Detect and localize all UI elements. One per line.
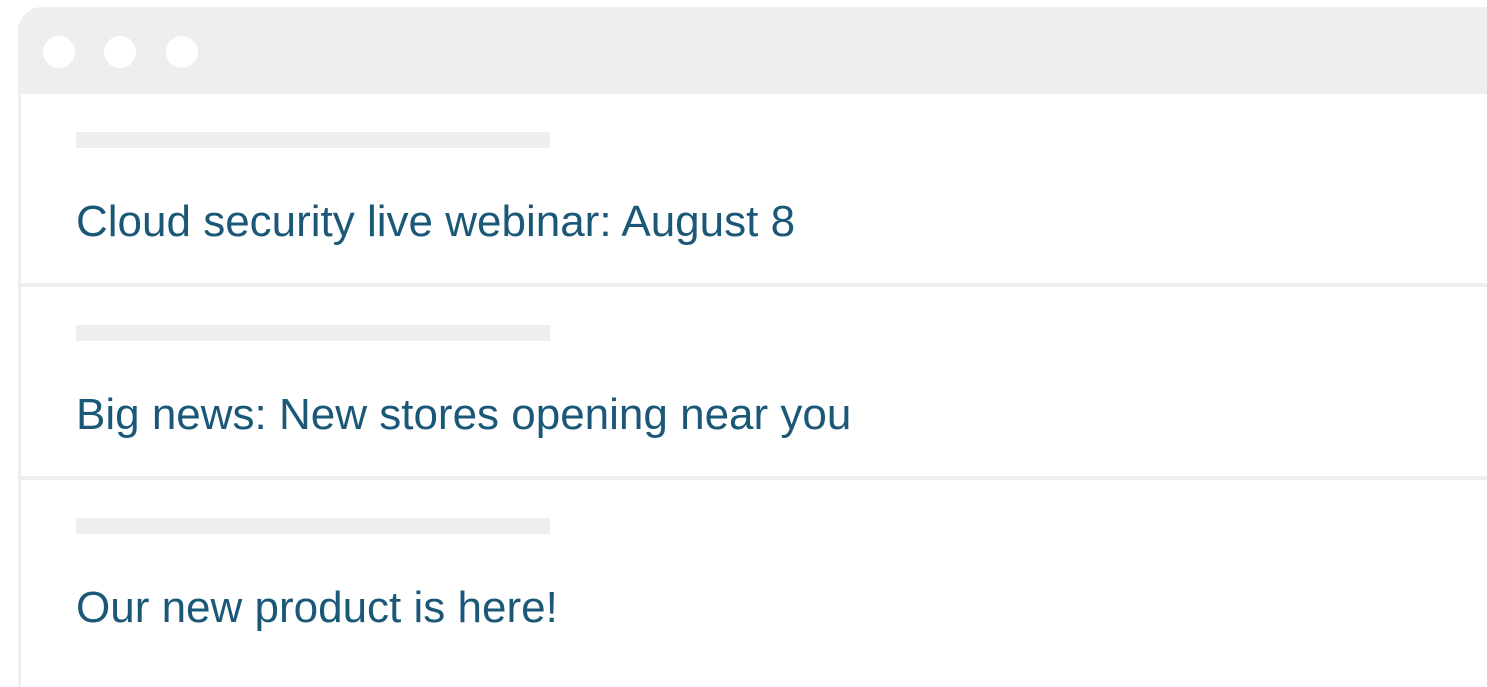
- placeholder-bar: [76, 132, 550, 148]
- list-item-title[interactable]: Our new product is here!: [76, 582, 558, 634]
- window-dot-icon: [43, 36, 75, 68]
- placeholder-bar: [76, 518, 550, 534]
- window-dot-icon: [166, 36, 198, 68]
- browser-window: Cloud security live webinar: August 8 Bi…: [18, 7, 1487, 687]
- list-item-title[interactable]: Cloud security live webinar: August 8: [76, 196, 795, 248]
- list-item-title[interactable]: Big news: New stores opening near you: [76, 389, 851, 441]
- window-dot-icon: [104, 36, 136, 68]
- list-item[interactable]: Cloud security live webinar: August 8: [21, 94, 1487, 287]
- list-item[interactable]: Big news: New stores opening near you: [21, 287, 1487, 480]
- list-item[interactable]: Our new product is here!: [21, 480, 1487, 669]
- window-titlebar: [21, 10, 1487, 94]
- placeholder-bar: [76, 325, 550, 341]
- message-list: Cloud security live webinar: August 8 Bi…: [21, 94, 1487, 669]
